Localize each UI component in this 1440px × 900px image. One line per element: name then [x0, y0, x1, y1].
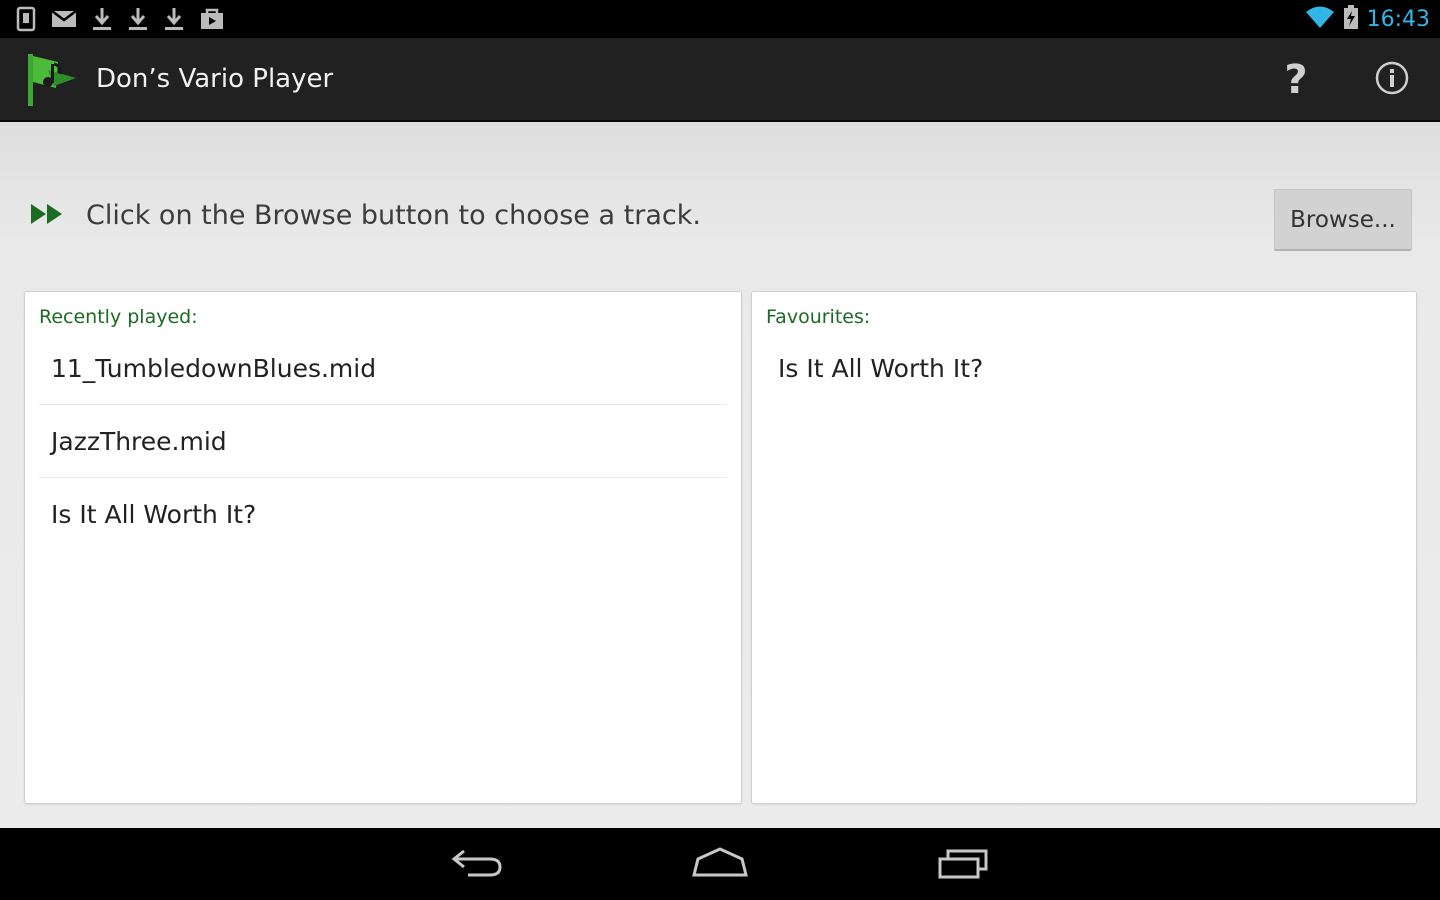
status-right: 16:43	[1305, 3, 1430, 35]
favourites-panel: Favourites: Is It All Worth It?	[751, 291, 1417, 804]
recently-played-panel: Recently played: 11_TumbledownBlues.mid …	[24, 291, 742, 804]
download-icon	[162, 6, 186, 32]
home-button[interactable]	[680, 840, 760, 890]
recent-apps-icon	[936, 845, 992, 885]
list-item[interactable]: Is It All Worth It?	[39, 478, 727, 551]
download-icon	[90, 6, 114, 32]
fast-forward-icon	[30, 202, 64, 230]
info-icon	[1374, 60, 1410, 100]
flag-logo-icon	[26, 52, 82, 112]
browse-button[interactable]: Browse...	[1274, 189, 1412, 251]
list-item[interactable]: 11_TumbledownBlues.mid	[39, 332, 727, 405]
main-content: Click on the Browse button to choose a t…	[0, 122, 1440, 828]
prompt-row: Click on the Browse button to choose a t…	[30, 200, 701, 231]
sim-icon	[14, 6, 38, 32]
help-icon: ?	[1284, 57, 1308, 103]
status-bar: 16:43	[0, 0, 1440, 38]
favourites-header: Favourites:	[766, 306, 871, 328]
help-button[interactable]: ?	[1270, 56, 1322, 104]
wifi-icon	[1305, 4, 1335, 34]
action-bar: Don’s Vario Player ?	[0, 38, 1440, 122]
prompt-text: Click on the Browse button to choose a t…	[86, 200, 701, 231]
list-item[interactable]: JazzThree.mid	[39, 405, 727, 478]
gmail-icon	[50, 7, 78, 31]
navigation-bar	[0, 828, 1440, 900]
recent-apps-button[interactable]	[924, 840, 1004, 890]
info-button[interactable]	[1366, 56, 1418, 104]
battery-icon	[1343, 4, 1359, 34]
home-icon	[690, 845, 750, 885]
store-icon	[198, 6, 226, 32]
app-title: Don’s Vario Player	[96, 64, 334, 94]
recently-played-header: Recently played:	[39, 306, 198, 328]
back-button[interactable]	[438, 840, 518, 890]
download-icon	[126, 6, 150, 32]
back-icon	[450, 845, 506, 885]
favourites-list: Is It All Worth It?	[766, 332, 1402, 405]
list-item[interactable]: Is It All Worth It?	[766, 332, 1402, 405]
recently-played-list: 11_TumbledownBlues.mid JazzThree.mid Is …	[39, 332, 727, 551]
clock: 16:43	[1366, 6, 1430, 32]
notification-icons	[14, 4, 226, 34]
